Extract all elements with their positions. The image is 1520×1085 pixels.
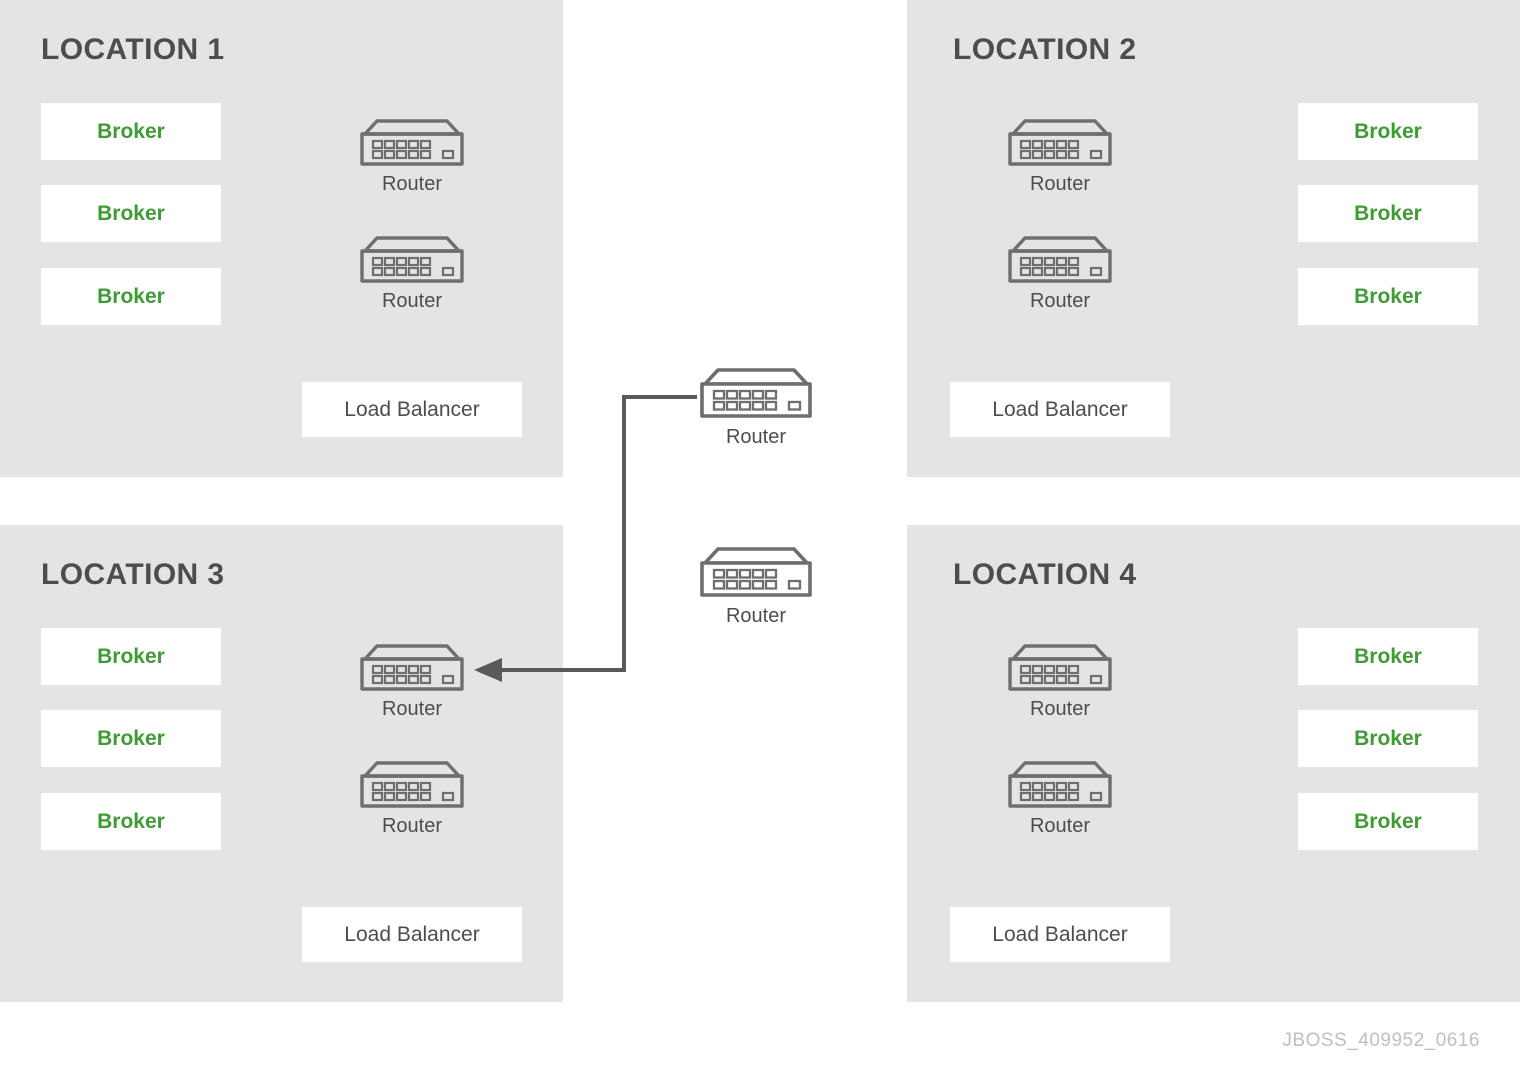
router-label: Router xyxy=(381,173,443,195)
load-balancer-label: Load Balancer xyxy=(992,922,1128,946)
load-balancer-label: Load Balancer xyxy=(992,397,1128,421)
location-1-router-1[interactable]: Router xyxy=(355,117,469,196)
broker-label: Broker xyxy=(1354,644,1422,668)
router-icon xyxy=(700,368,812,418)
broker-label: Broker xyxy=(97,119,165,143)
broker-label: Broker xyxy=(97,284,165,308)
location-4-broker-3[interactable]: Broker xyxy=(1298,793,1478,850)
broker-label: Broker xyxy=(1354,284,1422,308)
location-3-router-1[interactable]: Router xyxy=(355,642,469,721)
location-4-load-balancer[interactable]: Load Balancer xyxy=(950,907,1170,962)
broker-label: Broker xyxy=(97,644,165,668)
broker-label: Broker xyxy=(97,726,165,750)
location-2-load-balancer[interactable]: Load Balancer xyxy=(950,382,1170,437)
router-label: Router xyxy=(381,815,443,837)
router-label: Router xyxy=(381,290,443,312)
location-2-router-2[interactable]: Router xyxy=(1003,234,1117,313)
center-router-bottom[interactable]: Router xyxy=(694,545,818,628)
location-1-router-2[interactable]: Router xyxy=(355,234,469,313)
location-panel-3: LOCATION 3 Broker Broker Broker Router R… xyxy=(0,525,563,1002)
location-1-broker-3[interactable]: Broker xyxy=(41,268,221,325)
router-icon xyxy=(360,644,464,691)
location-3-router-2[interactable]: Router xyxy=(355,759,469,838)
router-icon xyxy=(1008,236,1112,283)
location-4-broker-2[interactable]: Broker xyxy=(1298,710,1478,767)
location-4-title: LOCATION 4 xyxy=(953,558,1137,591)
load-balancer-label: Load Balancer xyxy=(344,397,480,421)
router-icon xyxy=(1008,119,1112,166)
location-2-broker-3[interactable]: Broker xyxy=(1298,268,1478,325)
footer-document-code: JBOSS_409952_0616 xyxy=(1282,1030,1480,1051)
location-3-title: LOCATION 3 xyxy=(41,558,225,591)
router-label: Router xyxy=(381,698,443,720)
location-1-broker-1[interactable]: Broker xyxy=(41,103,221,160)
location-panel-1: LOCATION 1 Broker Broker Broker Router R… xyxy=(0,0,563,477)
load-balancer-label: Load Balancer xyxy=(344,922,480,946)
router-icon xyxy=(360,119,464,166)
location-3-broker-3[interactable]: Broker xyxy=(41,793,221,850)
location-2-router-1[interactable]: Router xyxy=(1003,117,1117,196)
location-2-broker-2[interactable]: Broker xyxy=(1298,185,1478,242)
location-4-router-1[interactable]: Router xyxy=(1003,642,1117,721)
router-icon xyxy=(700,547,812,597)
router-label: Router xyxy=(725,605,787,627)
location-3-load-balancer[interactable]: Load Balancer xyxy=(302,907,522,962)
router-icon xyxy=(360,761,464,808)
router-label: Router xyxy=(1029,698,1091,720)
broker-label: Broker xyxy=(1354,726,1422,750)
router-label: Router xyxy=(1029,290,1091,312)
location-3-broker-2[interactable]: Broker xyxy=(41,710,221,767)
router-label: Router xyxy=(1029,173,1091,195)
location-2-broker-1[interactable]: Broker xyxy=(1298,103,1478,160)
location-3-broker-1[interactable]: Broker xyxy=(41,628,221,685)
center-router-top[interactable]: Router xyxy=(694,366,818,449)
location-panel-2: LOCATION 2 Broker Broker Broker Router R… xyxy=(907,0,1520,477)
router-icon xyxy=(360,236,464,283)
location-1-load-balancer[interactable]: Load Balancer xyxy=(302,382,522,437)
broker-label: Broker xyxy=(97,201,165,225)
location-1-title: LOCATION 1 xyxy=(41,33,225,66)
location-4-broker-1[interactable]: Broker xyxy=(1298,628,1478,685)
location-2-title: LOCATION 2 xyxy=(953,33,1137,66)
diagram-canvas: LOCATION 1 Broker Broker Broker Router R… xyxy=(0,0,1520,1085)
broker-label: Broker xyxy=(97,809,165,833)
location-panel-4: LOCATION 4 Broker Broker Broker Router R… xyxy=(907,525,1520,1002)
location-4-router-2[interactable]: Router xyxy=(1003,759,1117,838)
broker-label: Broker xyxy=(1354,119,1422,143)
router-icon xyxy=(1008,761,1112,808)
router-label: Router xyxy=(725,426,787,448)
location-1-broker-2[interactable]: Broker xyxy=(41,185,221,242)
broker-label: Broker xyxy=(1354,201,1422,225)
broker-label: Broker xyxy=(1354,809,1422,833)
router-icon xyxy=(1008,644,1112,691)
router-label: Router xyxy=(1029,815,1091,837)
